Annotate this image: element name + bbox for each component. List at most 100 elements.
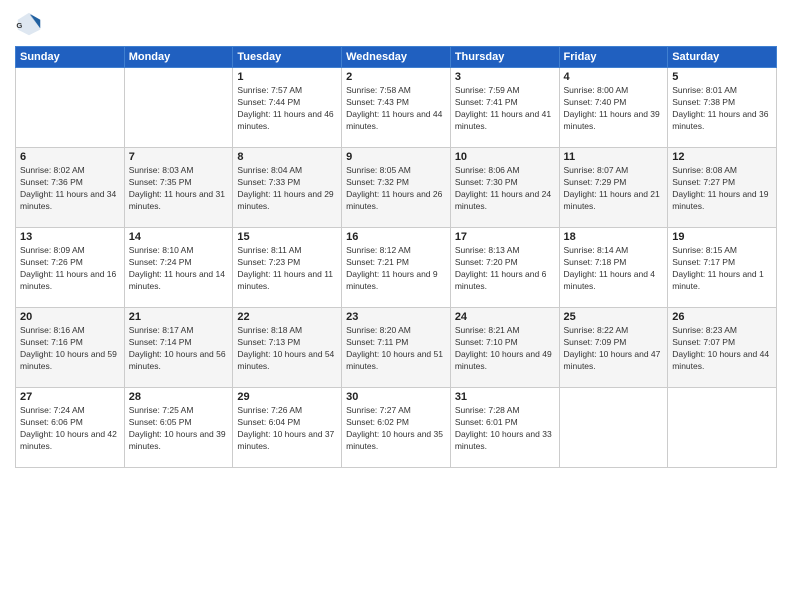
day-number: 5 — [672, 71, 772, 83]
calendar-cell: 14Sunrise: 8:10 AM Sunset: 7:24 PM Dayli… — [124, 228, 233, 308]
calendar: SundayMondayTuesdayWednesdayThursdayFrid… — [15, 46, 777, 468]
day-number: 15 — [237, 231, 337, 243]
day-number: 27 — [20, 391, 120, 403]
calendar-cell — [668, 388, 777, 468]
weekday-header-sunday: Sunday — [16, 47, 125, 68]
day-number: 20 — [20, 311, 120, 323]
day-info: Sunrise: 8:02 AM Sunset: 7:36 PM Dayligh… — [20, 165, 120, 213]
day-info: Sunrise: 8:16 AM Sunset: 7:16 PM Dayligh… — [20, 325, 120, 373]
calendar-cell: 21 Sunrise: 8:17 AM Sunset: 7:14 PM Dayli… — [124, 308, 233, 388]
calendar-cell: 6 Sunrise: 8:02 AM Sunset: 7:36 PM Daylig… — [16, 148, 125, 228]
day-number: 23 — [346, 311, 446, 323]
calendar-cell: 8 Sunrise: 8:04 AM Sunset: 7:33 PM Daylig… — [233, 148, 342, 228]
day-info: Sunrise: 7:25 AM Sunset: 6:05 PM Dayligh… — [129, 405, 229, 453]
day-number: 7 — [129, 151, 229, 163]
day-info: Sunrise: 8:15 AM Sunset: 7:17 PM Dayligh… — [672, 245, 772, 293]
day-number: 22 — [237, 311, 337, 323]
logo-icon: G — [15, 10, 43, 38]
day-info: Sunrise: 7:57 AM Sunset: 7:44 PM Dayligh… — [237, 85, 337, 133]
calendar-cell: 12 Sunrise: 8:08 AM Sunset: 7:27 PM Dayli… — [668, 148, 777, 228]
calendar-cell: 4 Sunrise: 8:00 AM Sunset: 7:40 PM Daylig… — [559, 68, 668, 148]
calendar-cell — [124, 68, 233, 148]
calendar-cell: 9 Sunrise: 8:05 AM Sunset: 7:32 PM Daylig… — [342, 148, 451, 228]
day-number: 10 — [455, 151, 555, 163]
day-info: Sunrise: 8:06 AM Sunset: 7:30 PM Dayligh… — [455, 165, 555, 213]
weekday-header-monday: Monday — [124, 47, 233, 68]
calendar-cell: 2 Sunrise: 7:58 AM Sunset: 7:43 PM Daylig… — [342, 68, 451, 148]
calendar-cell: 30 Sunrise: 7:27 AM Sunset: 6:02 PM Dayli… — [342, 388, 451, 468]
day-info: Sunrise: 8:22 AM Sunset: 7:09 PM Dayligh… — [564, 325, 664, 373]
day-number: 29 — [237, 391, 337, 403]
weekday-header-row: SundayMondayTuesdayWednesdayThursdayFrid… — [16, 47, 777, 68]
day-number: 18 — [564, 231, 664, 243]
calendar-cell — [16, 68, 125, 148]
day-info: Sunrise: 8:00 AM Sunset: 7:40 PM Dayligh… — [564, 85, 664, 133]
day-info: Sunrise: 8:21 AM Sunset: 7:10 PM Dayligh… — [455, 325, 555, 373]
day-info: Sunrise: 8:13 AM Sunset: 7:20 PM Dayligh… — [455, 245, 555, 293]
day-info: Sunrise: 7:58 AM Sunset: 7:43 PM Dayligh… — [346, 85, 446, 133]
day-number: 4 — [564, 71, 664, 83]
day-info: Sunrise: 8:07 AM Sunset: 7:29 PM Dayligh… — [564, 165, 664, 213]
logo: G — [15, 10, 47, 38]
calendar-cell: 31Sunrise: 7:28 AM Sunset: 6:01 PM Dayli… — [450, 388, 559, 468]
day-info: Sunrise: 7:28 AM Sunset: 6:01 PM Dayligh… — [455, 405, 555, 453]
week-row-3: 20 Sunrise: 8:16 AM Sunset: 7:16 PM Dayli… — [16, 308, 777, 388]
day-info: Sunrise: 8:18 AM Sunset: 7:13 PM Dayligh… — [237, 325, 337, 373]
calendar-cell: 27 Sunrise: 7:24 AM Sunset: 6:06 PM Dayli… — [16, 388, 125, 468]
day-number: 11 — [564, 151, 664, 163]
weekday-header-saturday: Saturday — [668, 47, 777, 68]
calendar-cell: 24Sunrise: 8:21 AM Sunset: 7:10 PM Dayli… — [450, 308, 559, 388]
day-number: 1 — [237, 71, 337, 83]
day-number: 21 — [129, 311, 229, 323]
calendar-cell: 28 Sunrise: 7:25 AM Sunset: 6:05 PM Dayli… — [124, 388, 233, 468]
weekday-header-tuesday: Tuesday — [233, 47, 342, 68]
calendar-cell: 16 Sunrise: 8:12 AM Sunset: 7:21 PM Dayli… — [342, 228, 451, 308]
day-number: 2 — [346, 71, 446, 83]
weekday-header-thursday: Thursday — [450, 47, 559, 68]
week-row-1: 6 Sunrise: 8:02 AM Sunset: 7:36 PM Daylig… — [16, 148, 777, 228]
day-info: Sunrise: 8:23 AM Sunset: 7:07 PM Dayligh… — [672, 325, 772, 373]
calendar-cell: 13Sunrise: 8:09 AM Sunset: 7:26 PM Dayli… — [16, 228, 125, 308]
calendar-cell: 18 Sunrise: 8:14 AM Sunset: 7:18 PM Dayli… — [559, 228, 668, 308]
day-number: 12 — [672, 151, 772, 163]
week-row-2: 13Sunrise: 8:09 AM Sunset: 7:26 PM Dayli… — [16, 228, 777, 308]
calendar-cell: 7 Sunrise: 8:03 AM Sunset: 7:35 PM Daylig… — [124, 148, 233, 228]
day-info: Sunrise: 8:08 AM Sunset: 7:27 PM Dayligh… — [672, 165, 772, 213]
day-info: Sunrise: 7:59 AM Sunset: 7:41 PM Dayligh… — [455, 85, 555, 133]
day-number: 25 — [564, 311, 664, 323]
calendar-cell: 29 Sunrise: 7:26 AM Sunset: 6:04 PM Dayli… — [233, 388, 342, 468]
day-number: 30 — [346, 391, 446, 403]
calendar-cell: 3 Sunrise: 7:59 AM Sunset: 7:41 PM Daylig… — [450, 68, 559, 148]
weekday-header-wednesday: Wednesday — [342, 47, 451, 68]
day-number: 9 — [346, 151, 446, 163]
day-info: Sunrise: 8:20 AM Sunset: 7:11 PM Dayligh… — [346, 325, 446, 373]
day-info: Sunrise: 8:03 AM Sunset: 7:35 PM Dayligh… — [129, 165, 229, 213]
day-info: Sunrise: 8:14 AM Sunset: 7:18 PM Dayligh… — [564, 245, 664, 293]
day-info: Sunrise: 7:27 AM Sunset: 6:02 PM Dayligh… — [346, 405, 446, 453]
day-info: Sunrise: 7:26 AM Sunset: 6:04 PM Dayligh… — [237, 405, 337, 453]
calendar-cell: 22 Sunrise: 8:18 AM Sunset: 7:13 PM Dayli… — [233, 308, 342, 388]
day-info: Sunrise: 7:24 AM Sunset: 6:06 PM Dayligh… — [20, 405, 120, 453]
week-row-4: 27 Sunrise: 7:24 AM Sunset: 6:06 PM Dayli… — [16, 388, 777, 468]
day-info: Sunrise: 8:12 AM Sunset: 7:21 PM Dayligh… — [346, 245, 446, 293]
day-number: 6 — [20, 151, 120, 163]
calendar-cell: 5 Sunrise: 8:01 AM Sunset: 7:38 PM Daylig… — [668, 68, 777, 148]
day-info: Sunrise: 8:04 AM Sunset: 7:33 PM Dayligh… — [237, 165, 337, 213]
calendar-cell: 11 Sunrise: 8:07 AM Sunset: 7:29 PM Dayli… — [559, 148, 668, 228]
calendar-cell: 10 Sunrise: 8:06 AM Sunset: 7:30 PM Dayli… — [450, 148, 559, 228]
calendar-cell: 15 Sunrise: 8:11 AM Sunset: 7:23 PM Dayli… — [233, 228, 342, 308]
day-number: 8 — [237, 151, 337, 163]
day-info: Sunrise: 8:17 AM Sunset: 7:14 PM Dayligh… — [129, 325, 229, 373]
day-number: 28 — [129, 391, 229, 403]
week-row-0: 1 Sunrise: 7:57 AM Sunset: 7:44 PM Daylig… — [16, 68, 777, 148]
day-info: Sunrise: 8:05 AM Sunset: 7:32 PM Dayligh… — [346, 165, 446, 213]
day-info: Sunrise: 8:01 AM Sunset: 7:38 PM Dayligh… — [672, 85, 772, 133]
day-number: 16 — [346, 231, 446, 243]
calendar-cell: 1 Sunrise: 7:57 AM Sunset: 7:44 PM Daylig… — [233, 68, 342, 148]
calendar-cell: 23 Sunrise: 8:20 AM Sunset: 7:11 PM Dayli… — [342, 308, 451, 388]
calendar-cell: 19Sunrise: 8:15 AM Sunset: 7:17 PM Dayli… — [668, 228, 777, 308]
calendar-cell: 20 Sunrise: 8:16 AM Sunset: 7:16 PM Dayli… — [16, 308, 125, 388]
day-number: 3 — [455, 71, 555, 83]
day-number: 17 — [455, 231, 555, 243]
day-info: Sunrise: 8:11 AM Sunset: 7:23 PM Dayligh… — [237, 245, 337, 293]
